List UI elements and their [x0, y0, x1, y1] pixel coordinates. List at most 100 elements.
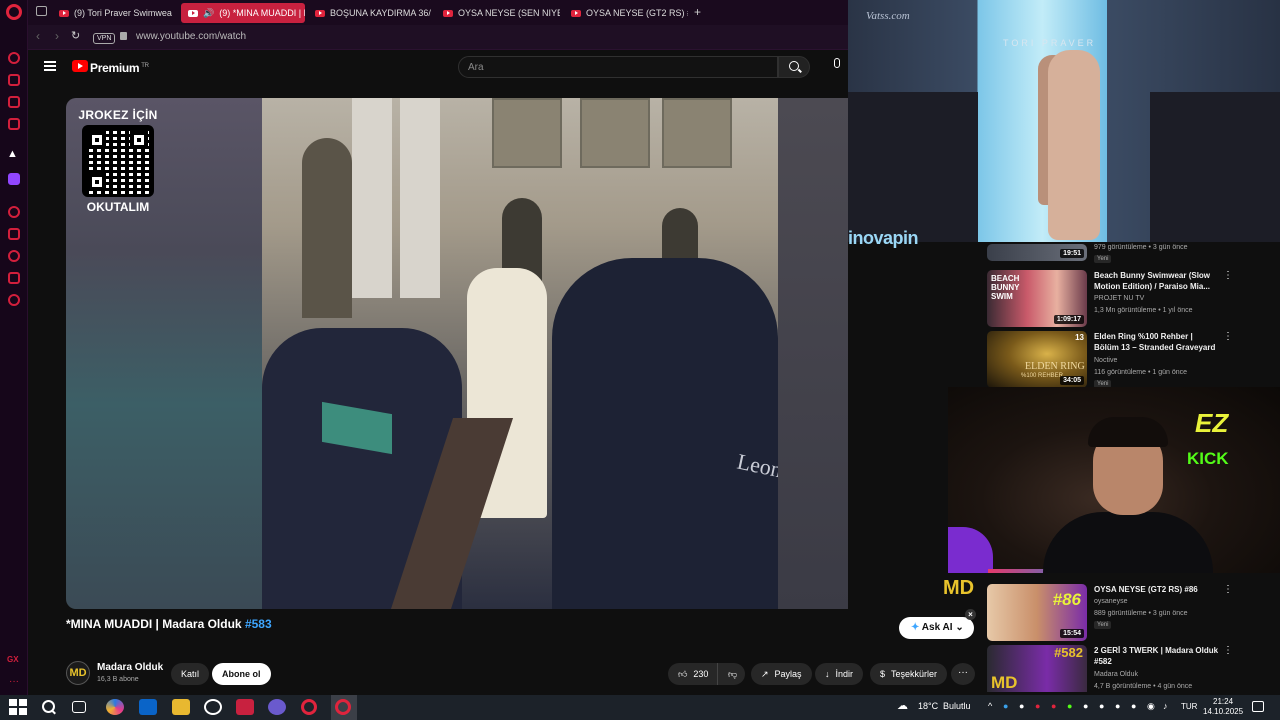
copilot-icon[interactable] — [106, 699, 124, 715]
tray-app-icon[interactable]: ● — [1019, 701, 1024, 711]
outlook-icon[interactable] — [139, 699, 157, 715]
lock-icon[interactable] — [120, 32, 127, 40]
bookmark-icon[interactable] — [8, 228, 20, 240]
channel-name[interactable]: PROJET NU TV — [1094, 295, 1144, 302]
messenger-icon[interactable] — [8, 96, 20, 108]
temperature[interactable]: 18°C — [918, 701, 938, 711]
video-thumbnail[interactable]: BEACH BUNNY SWIM 1:09:17 — [987, 270, 1087, 327]
channel-name[interactable]: Noctive — [1094, 357, 1117, 364]
more-actions-button[interactable]: ··· — [951, 663, 975, 685]
close-icon[interactable]: × — [965, 609, 976, 620]
channel-name[interactable]: oysaneyse — [1094, 598, 1127, 605]
tray-app-icon[interactable]: ● — [1051, 701, 1056, 711]
dislike-button[interactable]: 👎︎ — [717, 663, 745, 685]
new-badge: Yeni — [1094, 621, 1112, 629]
video-title[interactable]: 2 GERİ 3 TWERK | Madara Olduk #582 — [1094, 645, 1219, 667]
tray-app-icon[interactable]: ● — [1067, 701, 1072, 711]
history-icon[interactable] — [8, 250, 20, 262]
twitch-icon[interactable] — [8, 173, 20, 185]
microphone-icon[interactable]: ● — [1115, 701, 1120, 711]
join-button[interactable]: Katıl — [171, 663, 210, 685]
ask-ai-button[interactable]: ✦ Ask AI ⌄ × — [899, 609, 976, 639]
opera-gx-icon[interactable] — [335, 699, 351, 715]
reload-icon[interactable]: ↻ — [71, 29, 80, 42]
tray-app-icon[interactable]: ● — [1131, 701, 1136, 711]
search-icon[interactable] — [40, 699, 58, 715]
video-player[interactable]: Leon JROKEZ İÇİN OKUTALIM — [66, 98, 848, 609]
tray-app-icon[interactable]: ● — [1003, 701, 1008, 711]
new-tab-icon[interactable]: + — [694, 5, 701, 19]
network-icon[interactable]: ◉ — [1147, 701, 1155, 712]
tab-menu-icon[interactable] — [36, 6, 47, 16]
url-field[interactable]: www.youtube.com/watch — [136, 31, 246, 42]
speed-dial-icon[interactable] — [8, 52, 20, 64]
app-icon[interactable] — [204, 699, 222, 715]
opera-logo-icon[interactable] — [6, 4, 22, 20]
discord-icon[interactable] — [268, 699, 286, 715]
video-thumbnail[interactable]: #86 15:54 — [987, 584, 1087, 641]
youtube-logo-icon[interactable] — [72, 60, 88, 72]
gx-control-icon[interactable]: GX — [7, 655, 19, 664]
weather-icon[interactable]: ☁ — [897, 699, 908, 712]
more-options-icon[interactable]: ⋮ — [1223, 331, 1233, 342]
file-explorer-icon[interactable] — [172, 699, 190, 715]
video-thumbnail[interactable]: 19:51 — [987, 244, 1087, 261]
video-thumbnail[interactable]: ELDEN RING %100 REHBER 13 34:05 — [987, 331, 1087, 388]
notifications-icon[interactable] — [1252, 701, 1264, 712]
back-icon[interactable]: ‹ — [36, 29, 40, 43]
thumbs-down-icon: 👎︎ — [728, 669, 738, 679]
video-title[interactable]: Beach Bunny Swimwear (Slow Motion Editio… — [1094, 270, 1219, 292]
download-button[interactable]: ↓ İndir — [815, 663, 864, 685]
recommendation-item[interactable]: MD #582 2 GERİ 3 TWERK | Madara Olduk #5… — [987, 645, 1272, 692]
vpn-badge[interactable]: VPN — [93, 33, 116, 44]
hashtag-link[interactable]: #583 — [245, 617, 272, 631]
forward-icon[interactable]: › — [55, 29, 59, 43]
tray-app-icon[interactable]: ● — [1099, 701, 1104, 711]
recommendation-item[interactable]: BEACH BUNNY SWIM 1:09:17 Beach Bunny Swi… — [987, 270, 1272, 330]
settings-icon[interactable] — [8, 294, 20, 306]
clock[interactable]: 21:24 14.10.2025 — [1203, 697, 1243, 717]
instagram-icon[interactable] — [8, 118, 20, 130]
shop-icon[interactable] — [8, 74, 20, 86]
ai-icon[interactable]: ▲ — [7, 148, 20, 163]
video-title[interactable]: Elden Ring %100 Rehber | Bölüm 13 – Stra… — [1094, 331, 1219, 353]
player-icon[interactable] — [8, 206, 20, 218]
volume-icon[interactable]: ♪ — [1163, 701, 1168, 711]
share-button[interactable]: ↗ Paylaş — [751, 663, 812, 685]
tab-3[interactable]: BOŞUNA KAYDIRMA 36/ — [308, 3, 432, 23]
channel-name[interactable]: Madara Olduk — [1094, 671, 1138, 678]
subscribe-button[interactable]: Abone ol — [212, 663, 271, 685]
task-view-icon[interactable] — [72, 701, 86, 713]
start-icon[interactable] — [9, 699, 27, 715]
channel-avatar[interactable]: MD — [66, 661, 90, 685]
tab-4[interactable]: OYSA NEYSE (SEN NIYE — [436, 3, 560, 23]
channel-name[interactable]: Madara Olduk — [97, 662, 163, 673]
more-options-icon[interactable]: ⋮ — [1223, 645, 1233, 656]
menu-icon[interactable] — [44, 61, 56, 71]
recommendation-item[interactable]: #86 15:54 OYSA NEYSE (GT2 RS) #86 oysane… — [987, 584, 1272, 644]
app-icon[interactable] — [236, 699, 254, 715]
mic-icon[interactable] — [834, 58, 840, 68]
extensions-icon[interactable] — [8, 272, 20, 284]
video-thumbnail[interactable]: MD #582 — [987, 645, 1087, 692]
tray-app-icon[interactable]: ● — [1083, 701, 1088, 711]
more-options-icon[interactable]: ⋮ — [1223, 270, 1233, 281]
show-hidden-icon[interactable]: ^ — [988, 701, 992, 711]
youtube-premium-logo[interactable]: Premium TR — [90, 61, 149, 75]
search-input[interactable]: Ara — [458, 56, 778, 78]
speaker-icon[interactable]: 🔊 — [203, 8, 214, 19]
opera-icon[interactable] — [301, 699, 317, 715]
tab-5[interactable]: OYSA NEYSE (GT2 RS) #8 — [564, 3, 688, 23]
like-button[interactable]: 👍︎ 230 — [668, 663, 717, 685]
recommendation-item[interactable]: ELDEN RING %100 REHBER 13 34:05 Elden Ri… — [987, 331, 1272, 391]
language-indicator[interactable]: TUR — [1181, 702, 1197, 711]
thanks-button[interactable]: $ Teşekkürler — [870, 663, 948, 685]
more-options-icon[interactable]: ⋮ — [1223, 584, 1233, 595]
tray-app-icon[interactable]: ● — [1035, 701, 1040, 711]
weather-text[interactable]: Bulutlu — [943, 701, 971, 711]
tab-1[interactable]: (9) Tori Praver Swimwear — [52, 3, 172, 23]
video-title[interactable]: OYSA NEYSE (GT2 RS) #86 — [1094, 584, 1219, 595]
sidebar-more-icon[interactable]: ··· — [9, 676, 19, 687]
tab-2-active[interactable]: 🔊 (9) *MINA MUADDI | M — [181, 3, 305, 23]
search-button[interactable] — [778, 56, 810, 78]
